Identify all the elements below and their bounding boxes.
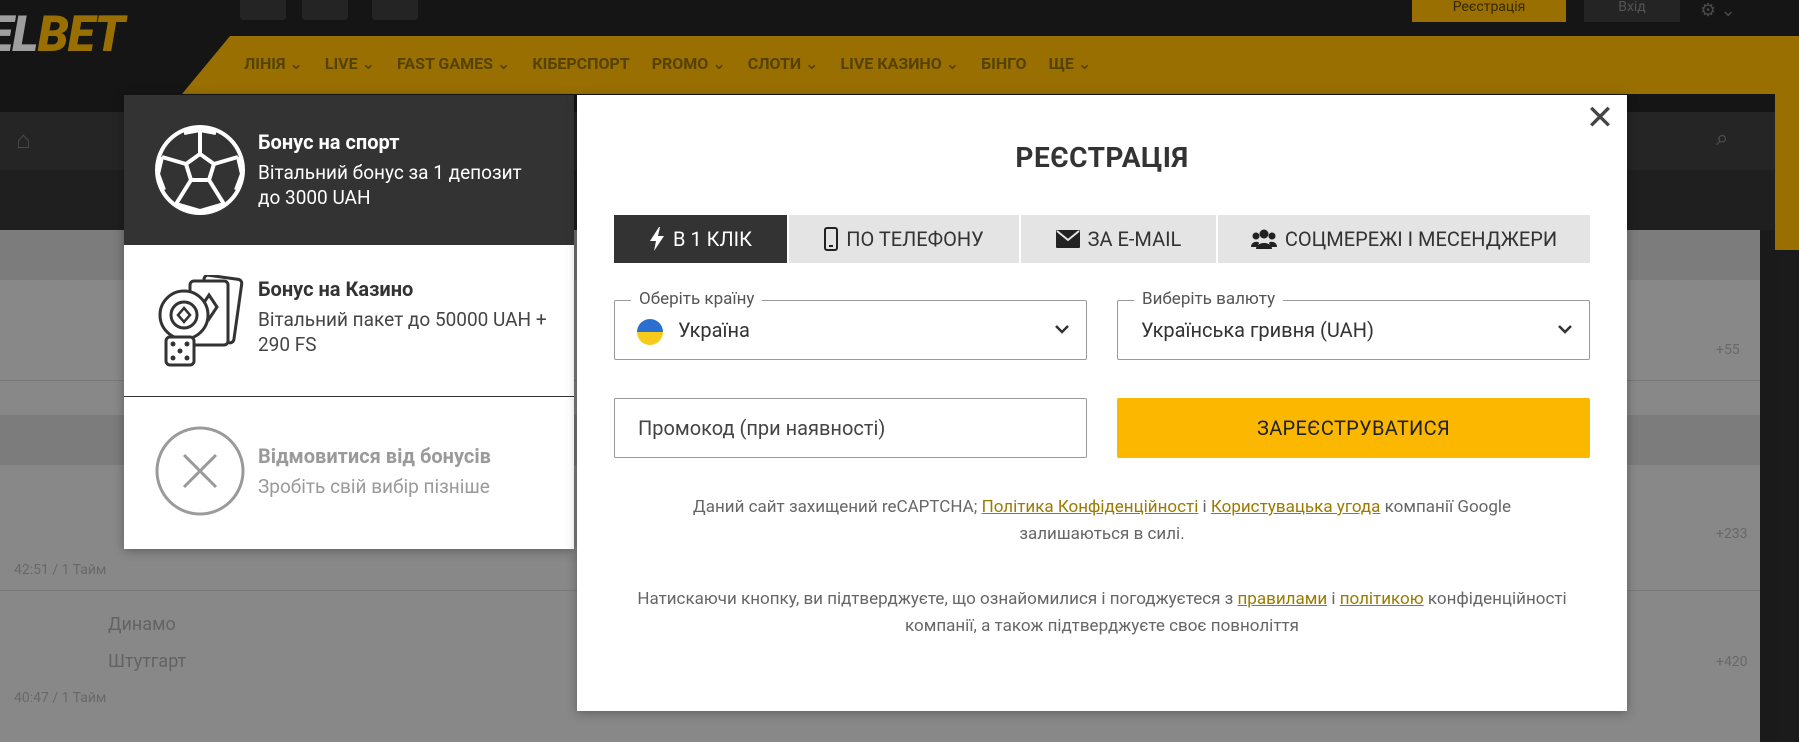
tab-phone[interactable]: ПО ТЕЛЕФОНУ bbox=[789, 215, 1021, 263]
bonus-description: Вітальний бонус за 1 депозит до 3000 UAH bbox=[258, 161, 522, 209]
tab-label: ПО ТЕЛЕФОНУ bbox=[846, 227, 984, 251]
tab-social[interactable]: СОЦМЕРЕЖІ І МЕСЕНДЖЕРИ bbox=[1218, 215, 1590, 263]
bonus-option-refuse[interactable]: Відмовитися від бонусів Зробіть свій виб… bbox=[124, 398, 574, 549]
bonus-title: Бонус на Казино bbox=[258, 277, 414, 301]
promo-code-input[interactable]: Промокод (при наявності) bbox=[614, 398, 1087, 458]
terms-link[interactable]: Користувацька угода bbox=[1211, 497, 1381, 517]
registration-tabs: В 1 КЛІК ПО ТЕЛЕФОНУ ЗА E-MAIL СОЦМЕРЕЖІ… bbox=[614, 215, 1590, 263]
casino-chips-cards-dice-icon bbox=[158, 275, 244, 367]
bonus-option-sport[interactable]: Бонус на спорт Вітальний бонус за 1 депо… bbox=[124, 95, 574, 245]
bonus-panel: Бонус на спорт Вітальний бонус за 1 депо… bbox=[124, 95, 574, 549]
modal-title: РЕЄСТРАЦІЯ bbox=[1015, 141, 1189, 174]
bonus-description: Вітальний пакет до 50000 UAH + 290 FS bbox=[258, 308, 547, 356]
tab-label: СОЦМЕРЕЖІ І МЕСЕНДЖЕРИ bbox=[1284, 227, 1558, 251]
bonus-description: Зробіть свій вибір пізніше bbox=[258, 475, 490, 498]
chevron-down-icon bbox=[1055, 325, 1069, 334]
envelope-icon bbox=[1055, 230, 1080, 248]
register-submit-button[interactable]: ЗАРЕЄСТРУВАТИСЯ bbox=[1117, 398, 1590, 458]
close-circle-icon bbox=[155, 426, 245, 516]
tab-one-click[interactable]: В 1 КЛІК bbox=[614, 215, 789, 263]
policy-link[interactable]: політикою bbox=[1340, 589, 1424, 609]
registration-modal: ✕ РЕЄСТРАЦІЯ В 1 КЛІК ПО ТЕЛЕФОНУ ЗА E-M… bbox=[577, 95, 1627, 711]
bonus-title: Відмовитися від бонусів bbox=[258, 444, 491, 468]
bonus-title: Бонус на спорт bbox=[258, 130, 400, 154]
country-select[interactable]: Оберіть країну Україна bbox=[614, 289, 1087, 360]
recaptcha-note: Даний сайт захищений reCAPTCHA; Політика… bbox=[692, 497, 1512, 544]
rules-link[interactable]: правилами bbox=[1238, 589, 1328, 609]
field-legend: Виберіть валюту bbox=[1134, 289, 1284, 309]
chevron-down-icon bbox=[1558, 325, 1572, 334]
consent-note: Натискаючи кнопку, ви підтверджуєте, що … bbox=[637, 589, 1567, 636]
tab-label: В 1 КЛІК bbox=[673, 227, 752, 251]
users-icon bbox=[1250, 229, 1277, 249]
currency-value: Українська гривня (UAH) bbox=[1141, 318, 1374, 342]
tab-email[interactable]: ЗА E-MAIL bbox=[1021, 215, 1218, 263]
phone-icon bbox=[824, 227, 839, 251]
close-icon[interactable]: ✕ bbox=[1585, 101, 1615, 135]
ukraine-flag-icon bbox=[637, 319, 663, 345]
country-value: Україна bbox=[678, 318, 750, 342]
soccer-ball-icon bbox=[155, 125, 245, 215]
tab-label: ЗА E-MAIL bbox=[1087, 227, 1182, 251]
lightning-icon bbox=[650, 227, 665, 251]
currency-select[interactable]: Виберіть валюту Українська гривня (UAH) bbox=[1117, 289, 1590, 360]
field-legend: Оберіть країну bbox=[631, 289, 763, 309]
promo-placeholder: Промокод (при наявності) bbox=[638, 416, 886, 440]
privacy-policy-link[interactable]: Політика Конфіденційності bbox=[982, 497, 1199, 517]
bonus-option-casino[interactable]: Бонус на Казино Вітальний пакет до 50000… bbox=[124, 245, 574, 397]
